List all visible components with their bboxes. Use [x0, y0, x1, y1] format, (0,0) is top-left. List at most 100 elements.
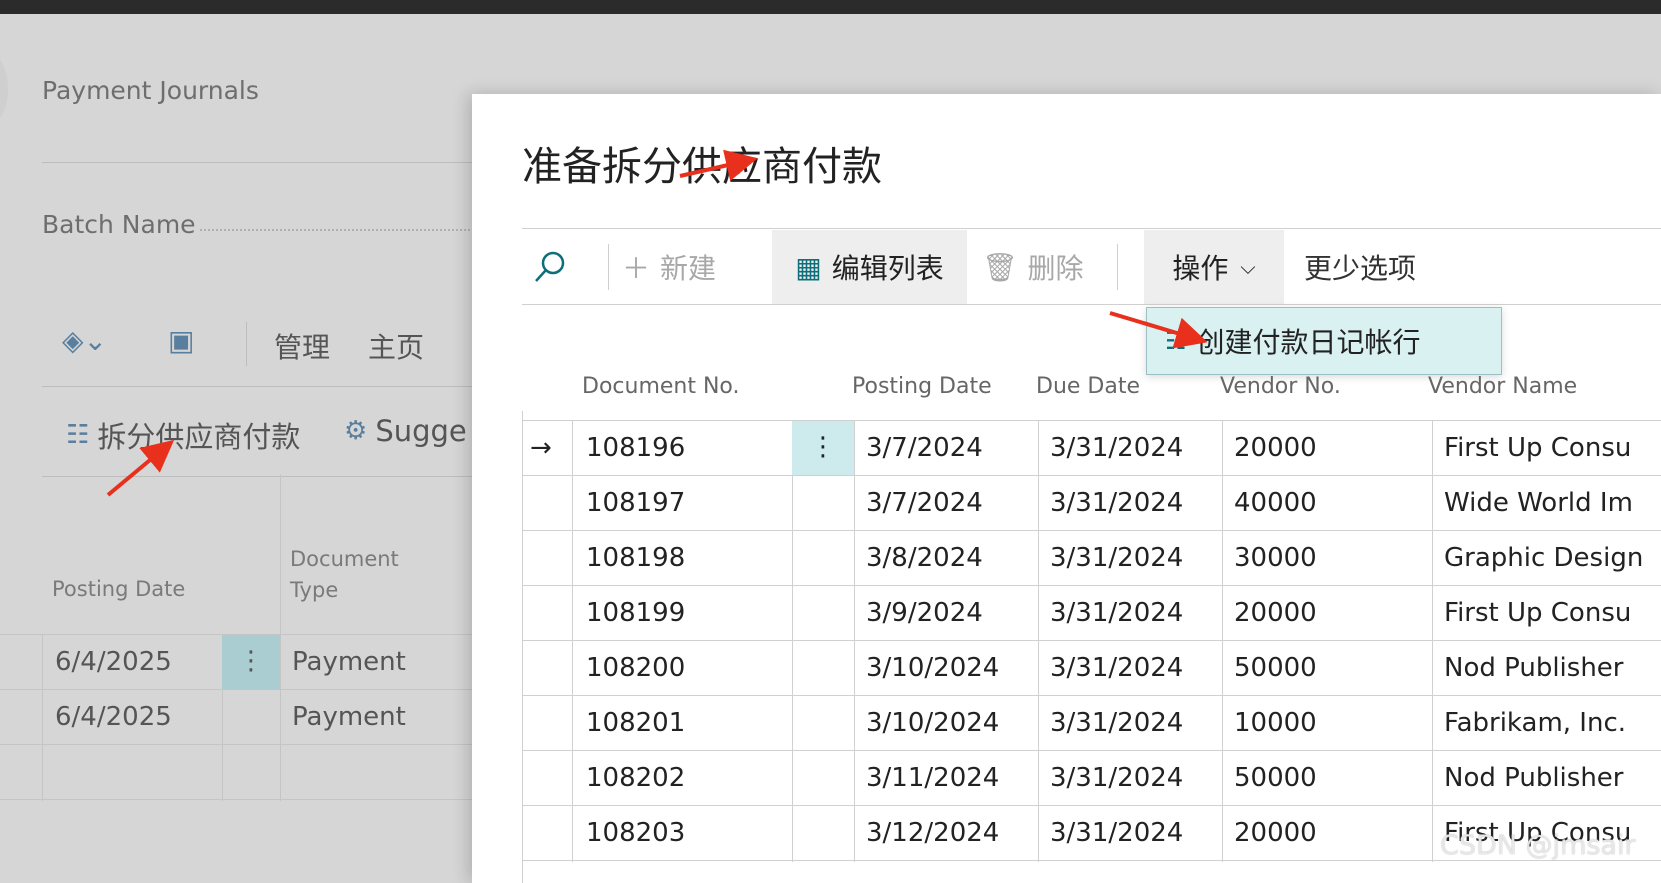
table-row[interactable]: 6/4/2025 Payment — [0, 689, 480, 746]
vendor-name-cell[interactable]: First Up Consu — [1444, 421, 1661, 476]
posting-date-cell[interactable]: 3/8/2024 — [866, 531, 983, 586]
document-no-cell[interactable]: 108202 — [586, 751, 685, 806]
posting-date-cell[interactable]: 3/9/2024 — [866, 586, 983, 641]
back-button[interactable] — [0, 54, 8, 124]
divider — [1117, 244, 1118, 290]
table-row[interactable]: 108199 3/9/2024 3/31/2024 20000 First Up Con… — [522, 585, 1661, 642]
posting-date-cell[interactable]: 3/12/2024 — [866, 806, 999, 861]
table-row[interactable] — [0, 744, 480, 801]
vendor-no-cell[interactable]: 20000 — [1234, 421, 1317, 476]
due-date-cell[interactable]: 3/31/2024 — [1050, 806, 1183, 861]
column-header-vendor-no[interactable]: Vendor No. — [1220, 374, 1341, 399]
edit-page-icon[interactable]: ▣ — [168, 324, 194, 357]
edit-list-button[interactable]: ▦ 编辑列表 — [772, 230, 967, 304]
search-button[interactable] — [532, 230, 582, 304]
copilot-icon[interactable]: ◈⌄ — [62, 324, 107, 357]
cell-divider — [854, 476, 855, 532]
divider — [522, 304, 1661, 305]
row-menu-button[interactable]: ⋮ — [792, 421, 854, 476]
due-date-cell[interactable]: 3/31/2024 — [1050, 476, 1183, 531]
vendor-name-cell[interactable]: Fabrikam, Inc. — [1444, 696, 1661, 751]
column-header-posting-date[interactable]: Posting Date — [52, 574, 185, 605]
vendor-no-cell[interactable]: 50000 — [1234, 751, 1317, 806]
document-no-cell[interactable]: 108199 — [586, 586, 685, 641]
split-vendor-payments-button[interactable]: ☷ 拆分供应商付款 — [66, 414, 300, 456]
tab-manage[interactable]: 管理 — [274, 326, 330, 366]
vendor-name-cell[interactable]: Nod Publisher — [1444, 641, 1661, 696]
delete-label: 删除 — [1027, 252, 1084, 285]
vendor-name-cell[interactable]: Nod Publisher — [1444, 751, 1661, 806]
vendor-no-cell[interactable]: 30000 — [1234, 531, 1317, 586]
due-date-cell[interactable]: 3/31/2024 — [1050, 531, 1183, 586]
document-no-cell[interactable]: 108197 — [586, 476, 685, 531]
window-top-bar — [0, 0, 1661, 14]
row-selector[interactable]: → — [530, 421, 552, 476]
suggest-payments-button[interactable]: ⚙ Sugge — [344, 414, 467, 448]
posting-date-cell[interactable]: 3/7/2024 — [866, 476, 983, 531]
table-row[interactable]: 6/4/2025 ⋮ Payment — [0, 634, 480, 691]
document-no-cell[interactable]: 108203 — [586, 806, 685, 861]
cell-divider — [1222, 806, 1223, 862]
due-date-cell[interactable]: 3/31/2024 — [1050, 421, 1183, 476]
cell-divider — [854, 751, 855, 807]
vendor-name-cell[interactable]: Wide World Im — [1444, 476, 1661, 531]
posting-date-cell[interactable]: 3/7/2024 — [866, 421, 983, 476]
vendor-no-cell[interactable]: 10000 — [1234, 696, 1317, 751]
vendor-no-cell[interactable]: 40000 — [1234, 476, 1317, 531]
column-header-document-no[interactable]: Document No. — [582, 374, 740, 399]
cell-divider — [280, 690, 281, 746]
page-title: Payment Journals — [42, 76, 259, 105]
cell-divider — [854, 586, 855, 642]
vendor-name-cell[interactable]: Graphic Design — [1444, 531, 1661, 586]
column-header-posting-date[interactable]: Posting Date — [852, 374, 992, 399]
column-header-vendor-name[interactable]: Vendor Name — [1428, 374, 1577, 399]
batch-name-field[interactable] — [200, 229, 470, 231]
document-no-cell[interactable]: 108198 — [586, 531, 685, 586]
cell-divider — [1222, 751, 1223, 807]
vendor-no-cell[interactable]: 20000 — [1234, 586, 1317, 641]
vendor-no-cell[interactable]: 20000 — [1234, 806, 1317, 861]
column-header-due-date[interactable]: Due Date — [1036, 374, 1140, 399]
fewer-options-button[interactable]: 更少选项 — [1304, 230, 1416, 304]
document-type-cell[interactable]: Payment — [292, 635, 406, 690]
background-toolbar: ◈⌄ ▣ 管理 主页 — [42, 314, 482, 374]
column-header-document-type[interactable]: Document Type — [290, 544, 399, 606]
actions-menu-button[interactable]: 操作 ⌵ — [1144, 230, 1284, 304]
edit-list-icon: ▦ — [795, 250, 822, 284]
table-row[interactable]: 108198 3/8/2024 3/31/2024 30000 Graphic Desi… — [522, 530, 1661, 587]
posting-date-cell[interactable]: 3/10/2024 — [866, 696, 999, 751]
cell-divider — [1222, 586, 1223, 642]
cell-divider — [1038, 476, 1039, 532]
posting-date-cell[interactable]: 3/11/2024 — [866, 751, 999, 806]
cell-divider — [792, 751, 793, 807]
document-no-cell[interactable]: 108201 — [586, 696, 685, 751]
delete-button[interactable]: 🗑 删除 — [982, 230, 1084, 304]
document-no-cell[interactable]: 108200 — [586, 641, 685, 696]
search-icon — [535, 251, 565, 282]
due-date-cell[interactable]: 3/31/2024 — [1050, 641, 1183, 696]
divider — [608, 244, 609, 290]
due-date-cell[interactable]: 3/31/2024 — [1050, 751, 1183, 806]
table-row[interactable]: → 108196 ⋮ 3/7/2024 3/31/2024 20000 First Up C… — [522, 420, 1661, 477]
table-row[interactable]: 108201 3/10/2024 3/31/2024 10000 Fabrikam, I… — [522, 695, 1661, 752]
row-menu-button[interactable]: ⋮ — [222, 635, 280, 690]
posting-date-cell[interactable]: 3/10/2024 — [866, 641, 999, 696]
cell-divider — [1432, 421, 1433, 477]
create-payment-journal-lines-menu-item[interactable]: ☷ 创建付款日记帐行 — [1146, 307, 1502, 375]
document-no-cell[interactable]: 108196 — [586, 421, 685, 476]
posting-date-cell[interactable]: 6/4/2025 — [55, 690, 172, 745]
tab-home[interactable]: 主页 — [368, 326, 424, 366]
document-type-cell[interactable]: Payment — [292, 690, 406, 745]
table-row[interactable]: 108197 3/7/2024 3/31/2024 40000 Wide World I… — [522, 475, 1661, 532]
vendor-name-cell[interactable]: First Up Consu — [1444, 586, 1661, 641]
cell-divider — [1432, 531, 1433, 587]
cell-divider — [792, 531, 793, 587]
due-date-cell[interactable]: 3/31/2024 — [1050, 696, 1183, 751]
new-button[interactable]: ＋ 新建 — [622, 230, 716, 304]
vendor-no-cell[interactable]: 50000 — [1234, 641, 1317, 696]
posting-date-cell[interactable]: 6/4/2025 — [55, 635, 172, 690]
table-row[interactable]: 108200 3/10/2024 3/31/2024 50000 Nod Publish… — [522, 640, 1661, 697]
cell-divider — [1432, 476, 1433, 532]
table-row[interactable]: 108202 3/11/2024 3/31/2024 50000 Nod Publish… — [522, 750, 1661, 807]
due-date-cell[interactable]: 3/31/2024 — [1050, 586, 1183, 641]
